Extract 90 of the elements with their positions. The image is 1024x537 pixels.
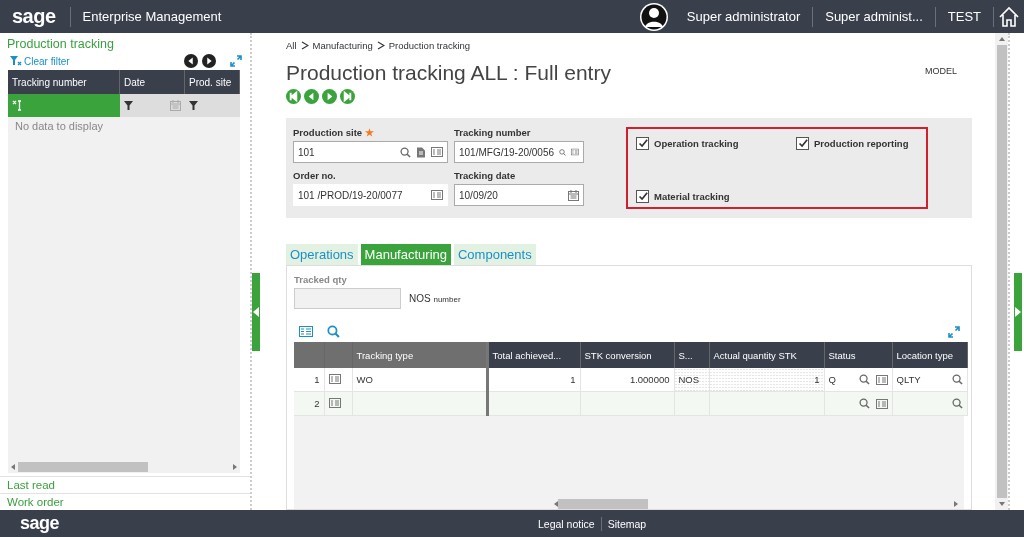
detail-icon[interactable] — [328, 373, 341, 384]
checkbox-label: Operation tracking — [654, 138, 739, 149]
column-header[interactable]: Location type — [892, 342, 967, 368]
search-icon[interactable] — [400, 146, 411, 158]
detail-icon[interactable] — [875, 398, 888, 409]
search-icon[interactable] — [951, 398, 963, 409]
detail-icon[interactable] — [431, 147, 443, 157]
unit-label: NOS number — [409, 293, 461, 304]
chevron-icon — [376, 40, 385, 50]
page-title: Production tracking ALL : Full entry — [286, 61, 612, 85]
detail-icon[interactable] — [299, 326, 313, 337]
search-icon[interactable] — [559, 146, 567, 158]
column-header[interactable]: Tracking type — [352, 342, 487, 368]
input-field[interactable]: 10/09/20 — [454, 184, 584, 206]
footer-link[interactable]: Legal notice — [538, 517, 595, 530]
table-cell: 1 — [709, 368, 824, 392]
next-icon[interactable] — [202, 54, 216, 68]
chevron-icon — [300, 40, 309, 50]
column-header[interactable]: S... — [674, 342, 709, 368]
checkbox-label: Material tracking — [654, 191, 730, 202]
detail-icon[interactable] — [875, 374, 888, 385]
filter-icon[interactable] — [124, 101, 133, 110]
table-cell: NOS — [674, 368, 709, 392]
breadcrumb-link[interactable]: All — [286, 39, 297, 51]
column-header[interactable]: Actual quantity STK — [709, 342, 824, 368]
user-name[interactable]: Super administrator — [674, 9, 813, 24]
scrollbar[interactable] — [995, 33, 1008, 510]
table-cell-text: Q — [828, 374, 837, 385]
mode-label: MODEL — [925, 66, 957, 76]
scrollbar[interactable] — [8, 461, 240, 473]
column-header[interactable]: Status — [824, 342, 892, 368]
search-icon[interactable] — [951, 374, 963, 385]
field-label: Tracking number — [454, 127, 532, 138]
detail-icon[interactable] — [431, 190, 443, 200]
row-number: 2 — [294, 391, 324, 416]
breadcrumb-link[interactable]: Manufacturing — [312, 39, 373, 51]
empty-message: No data to display — [14, 119, 105, 134]
app-title: Enterprise Management — [81, 9, 222, 24]
field-label: Production site ★ — [293, 127, 375, 138]
panel-link[interactable]: Last read — [0, 476, 250, 493]
breadcrumb-link[interactable]: Production tracking — [388, 39, 471, 51]
detail-icon[interactable] — [571, 147, 579, 157]
search-icon[interactable] — [327, 325, 340, 338]
row-number: 1 — [294, 368, 324, 392]
expand-icon[interactable] — [948, 325, 960, 338]
logo: sage — [11, 5, 57, 28]
column-header[interactable]: Prod. site — [185, 70, 240, 94]
search-icon[interactable] — [858, 374, 870, 385]
avatar-icon[interactable] — [638, 1, 669, 32]
first-record-icon[interactable] — [286, 89, 301, 104]
last-record-icon[interactable] — [340, 89, 355, 104]
checkbox[interactable] — [796, 137, 809, 150]
field-label: Tracking date — [454, 170, 517, 181]
detail-icon[interactable] — [328, 397, 341, 408]
folder-name[interactable]: TEST — [935, 9, 993, 24]
input-field[interactable] — [294, 288, 401, 309]
clear-filter-link[interactable]: Clear filter — [10, 55, 70, 67]
column-header[interactable]: Total achieved... — [487, 342, 580, 368]
triangle-icon[interactable] — [253, 307, 259, 317]
checkbox[interactable] — [636, 190, 649, 203]
input-field[interactable]: 101 /PROD/19-20/0077 — [293, 184, 448, 206]
user-role[interactable]: Super administ... — [813, 9, 935, 24]
column-header[interactable]: STK conversion — [580, 342, 674, 368]
checkbox-label: Production reporting — [814, 138, 909, 149]
table-cell: 1 — [487, 368, 580, 392]
column-header[interactable]: Date — [120, 70, 185, 94]
field-label: Tracked qty — [294, 274, 348, 285]
panel-title: Production tracking — [6, 36, 115, 52]
footer-link[interactable]: Sitemap — [607, 517, 647, 530]
field-label: Order no. — [293, 170, 337, 181]
table-cell: WO — [352, 368, 487, 392]
logo: sage — [19, 513, 61, 534]
expand-icon[interactable] — [230, 55, 242, 67]
input-field[interactable]: 101/MFG/19-20/0056 — [454, 141, 584, 163]
table-cell: 1.000000 — [580, 368, 674, 392]
search-icon[interactable] — [858, 398, 870, 409]
clear-filter-icon[interactable] — [10, 55, 22, 67]
column-header[interactable]: Tracking number — [8, 70, 120, 94]
previous-icon[interactable] — [184, 54, 198, 68]
new-row-icon[interactable] — [12, 100, 22, 111]
home-icon[interactable] — [998, 5, 1020, 28]
triangle-icon[interactable] — [1015, 307, 1021, 317]
input-field[interactable]: 101 — [293, 141, 448, 163]
filter-icon[interactable] — [189, 101, 198, 110]
table-cell-text: QLTY — [896, 374, 922, 385]
panel-toggle[interactable] — [1014, 273, 1022, 351]
document-icon[interactable] — [416, 146, 426, 158]
panel-toggle[interactable] — [252, 273, 260, 351]
calendar-icon[interactable] — [568, 189, 579, 201]
checkbox[interactable] — [636, 137, 649, 150]
